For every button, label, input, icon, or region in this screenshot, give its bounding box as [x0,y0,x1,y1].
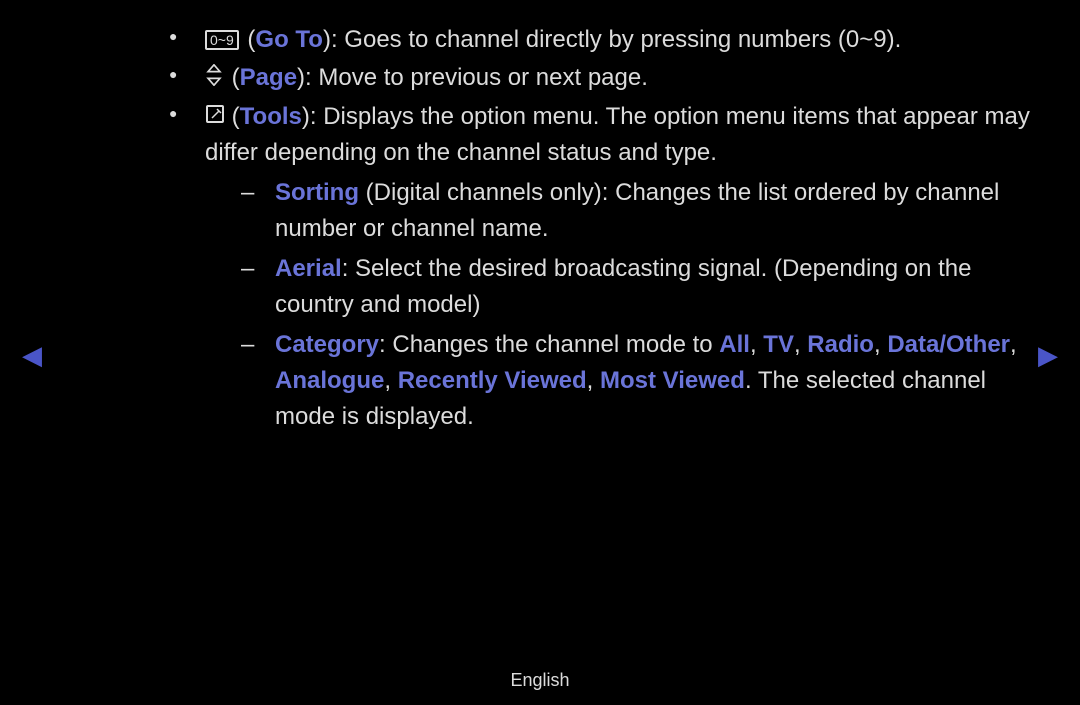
item-tools: (Tools): Displays the option menu. The o… [165,99,1035,436]
sub-sorting: Sorting (Digital channels only): Changes… [205,175,1035,247]
help-content: 0~9 (Go To): Goes to channel directly by… [165,22,1035,437]
opt-radio: Radio [807,331,874,358]
updown-icon [205,61,225,97]
aerial-label: Aerial [275,255,342,282]
sep4: , [384,367,397,394]
next-page-arrow[interactable]: ▶ [1038,340,1058,371]
tools-label: Tools [240,103,302,130]
category-desc-pre: : Changes the channel mode to [379,331,719,358]
category-label: Category [275,331,379,358]
page-label: Page [240,64,297,91]
goto-desc: Goes to channel directly by pressing num… [344,26,901,53]
opt-all: All [719,331,750,358]
footer-language: English [0,670,1080,691]
sep0: , [750,331,763,358]
opt-data: Data/Other [887,331,1010,358]
sorting-desc: (Digital channels only): Changes the lis… [275,179,999,242]
prev-page-arrow[interactable]: ◀ [22,340,42,371]
sub-category: Category: Changes the channel mode to Al… [205,327,1035,435]
tools-desc: Displays the option menu. The option men… [205,103,1030,167]
sorting-label: Sorting [275,179,359,206]
opt-recent: Recently Viewed [398,367,587,394]
tools-icon [205,99,225,135]
opt-analogue: Analogue [275,367,384,394]
aerial-desc: : Select the desired broadcasting signal… [275,255,971,318]
sep5: , [587,367,600,394]
sep1: , [794,331,807,358]
sub-aerial: Aerial: Select the desired broadcasting … [205,251,1035,323]
goto-label: Go To [255,26,323,53]
page-desc: Move to previous or next page. [318,64,648,91]
sep2: , [874,331,887,358]
item-page: (Page): Move to previous or next page. [165,60,1035,97]
sep3: , [1010,331,1017,358]
number-key-icon: 0~9 [205,30,239,50]
item-goto: 0~9 (Go To): Goes to channel directly by… [165,22,1035,58]
opt-most: Most Viewed [600,367,745,394]
opt-tv: TV [763,331,794,358]
